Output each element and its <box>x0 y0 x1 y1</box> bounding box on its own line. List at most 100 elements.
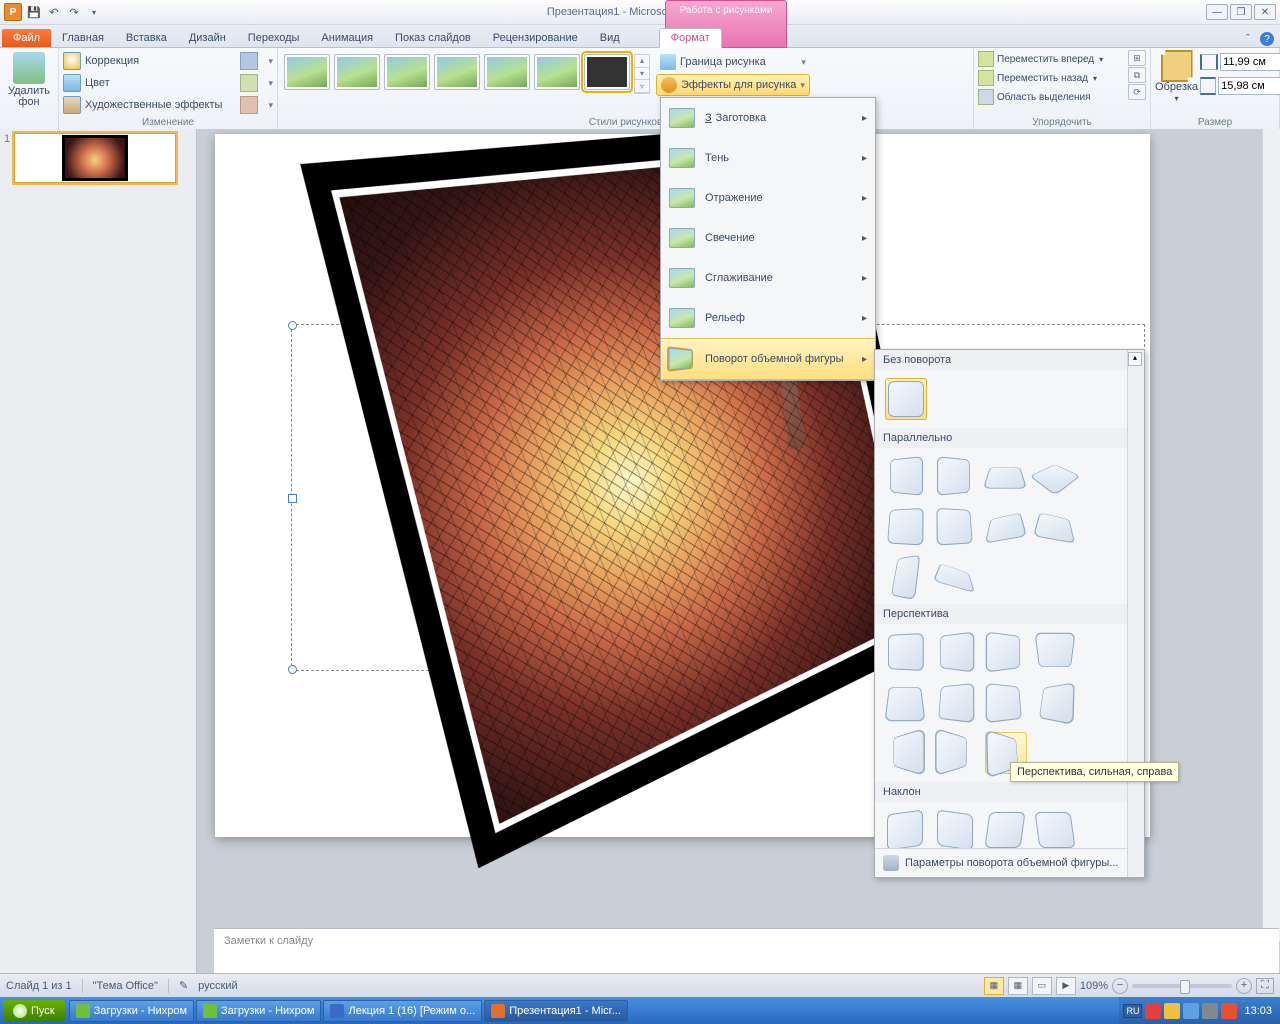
style-thumb[interactable] <box>484 54 530 90</box>
minimize-button[interactable]: — <box>1206 4 1228 20</box>
effects-shadow[interactable]: Тень▸ <box>661 138 875 178</box>
notes-pane[interactable]: Заметки к слайду <box>214 928 1279 974</box>
tab-review[interactable]: Рецензирование <box>482 29 589 47</box>
fit-to-window-button[interactable]: ⛶ <box>1256 978 1274 994</box>
language-indicator[interactable]: русский <box>198 980 237 992</box>
save-icon[interactable]: 💾 <box>26 4 42 20</box>
tray-icon[interactable] <box>1183 1003 1199 1019</box>
sorter-view-button[interactable]: ▦ <box>1008 977 1028 995</box>
group-icon[interactable]: ⧉ <box>1128 67 1146 83</box>
tray-icon[interactable] <box>1145 1003 1161 1019</box>
rotation-preset[interactable] <box>935 810 975 848</box>
effects-soft-edges[interactable]: Сглаживание▸ <box>661 258 875 298</box>
gallery-scrollbar[interactable]: ▴ <box>1127 350 1144 877</box>
reset-picture-icon[interactable] <box>240 96 258 114</box>
slide-thumbnail[interactable] <box>14 133 176 183</box>
remove-background-button[interactable]: Удалить фон <box>4 50 54 110</box>
vertical-scrollbar[interactable] <box>1262 129 1280 941</box>
rotation-options[interactable]: Параметры поворота объемной фигуры... <box>875 848 1144 877</box>
effects-glow[interactable]: Свечение▸ <box>661 218 875 258</box>
rotation-preset[interactable] <box>885 506 925 546</box>
style-thumb[interactable] <box>434 54 480 90</box>
effects-reflection[interactable]: Отражение▸ <box>661 178 875 218</box>
rotation-preset[interactable] <box>985 506 1025 546</box>
style-thumb-selected[interactable] <box>584 54 630 90</box>
rotation-preset[interactable] <box>885 732 925 772</box>
tray-icon[interactable] <box>1221 1003 1237 1019</box>
picture-style-gallery[interactable]: ▴▾▿ <box>282 50 652 98</box>
redo-icon[interactable]: ↷ <box>66 4 82 20</box>
height-input[interactable] <box>1220 53 1280 71</box>
width-input[interactable] <box>1218 77 1280 95</box>
tray-icon[interactable] <box>1164 1003 1180 1019</box>
crop-button[interactable]: Обрезка ▾ <box>1155 50 1198 104</box>
zoom-out-button[interactable]: − <box>1112 978 1128 994</box>
zoom-handle[interactable] <box>1180 980 1190 994</box>
normal-view-button[interactable]: ▦ <box>984 977 1004 995</box>
start-button[interactable]: Пуск <box>3 1000 65 1022</box>
zoom-slider[interactable] <box>1132 984 1232 988</box>
rotation-preset[interactable] <box>885 810 925 848</box>
tab-file[interactable]: Файл <box>2 29 51 47</box>
selection-pane-button[interactable]: Область выделения <box>978 88 1124 106</box>
style-thumb[interactable] <box>284 54 330 90</box>
taskbar-item[interactable]: Лекция 1 (16) [Режим о... <box>323 1000 482 1022</box>
tab-transitions[interactable]: Переходы <box>237 29 311 47</box>
style-thumb[interactable] <box>334 54 380 90</box>
resize-handle[interactable] <box>288 494 297 503</box>
help-icon[interactable]: ? <box>1260 32 1274 46</box>
tab-animations[interactable]: Анимация <box>310 29 384 47</box>
rotation-preset[interactable] <box>935 456 975 496</box>
rotation-preset[interactable] <box>885 632 925 672</box>
slide-panel[interactable]: 1 <box>0 129 197 974</box>
rotation-preset[interactable] <box>1035 506 1075 546</box>
resize-handle[interactable] <box>288 665 297 674</box>
rotation-preset[interactable] <box>935 732 975 772</box>
gallery-more[interactable]: ▴▾▿ <box>634 54 650 94</box>
zoom-in-button[interactable]: + <box>1236 978 1252 994</box>
bring-forward-button[interactable]: Переместить вперед▾ <box>978 50 1124 68</box>
restore-button[interactable]: ❐ <box>1230 4 1252 20</box>
taskbar-item[interactable]: Загрузки - Нихром <box>196 1000 321 1022</box>
clock[interactable]: 13:03 <box>1240 1005 1276 1017</box>
picture-border-button[interactable]: Граница рисунка▾ <box>656 52 810 72</box>
rotation-preset[interactable] <box>985 456 1025 496</box>
spell-icon[interactable]: ✎ <box>179 979 188 992</box>
compress-icon[interactable] <box>240 52 258 70</box>
style-thumb[interactable] <box>534 54 580 90</box>
rotation-preset[interactable] <box>885 456 925 496</box>
send-backward-button[interactable]: Переместить назад▾ <box>978 69 1124 87</box>
rotation-preset[interactable] <box>885 556 925 596</box>
slideshow-view-button[interactable]: ▶ <box>1056 977 1076 995</box>
close-button[interactable]: ✕ <box>1254 4 1276 20</box>
rotation-preset[interactable] <box>985 632 1025 672</box>
style-thumb[interactable] <box>384 54 430 90</box>
tab-insert[interactable]: Вставка <box>115 29 178 47</box>
qat-more-icon[interactable]: ▾ <box>86 4 102 20</box>
tray-icon[interactable] <box>1202 1003 1218 1019</box>
language-indicator-tray[interactable]: RU <box>1123 1004 1142 1018</box>
undo-icon[interactable]: ↶ <box>46 4 62 20</box>
zoom-level[interactable]: 109% <box>1080 980 1108 992</box>
effects-3d-rotation[interactable]: Поворот объемной фигуры▸ <box>661 338 875 380</box>
align-icon[interactable]: ⊞ <box>1128 50 1146 66</box>
rotation-preset[interactable] <box>985 810 1025 848</box>
tab-slideshow[interactable]: Показ слайдов <box>384 29 482 47</box>
rotation-preset[interactable] <box>1035 456 1075 496</box>
tab-design[interactable]: Дизайн <box>178 29 237 47</box>
reading-view-button[interactable]: ▭ <box>1032 977 1052 995</box>
rotation-preset[interactable] <box>935 682 975 722</box>
tab-view[interactable]: Вид <box>589 29 631 47</box>
taskbar-item[interactable]: Загрузки - Нихром <box>69 1000 194 1022</box>
effects-preset[interactable]: ЗЗаготовка▸ <box>661 98 875 138</box>
rotation-preset[interactable] <box>1035 632 1075 672</box>
effects-bevel[interactable]: Рельеф▸ <box>661 298 875 338</box>
picture-effects-button[interactable]: Эффекты для рисунка▾ <box>656 74 810 96</box>
rotation-preset[interactable] <box>935 632 975 672</box>
change-picture-icon[interactable] <box>240 74 258 92</box>
rotation-preset[interactable] <box>1035 810 1075 848</box>
rotation-preset[interactable] <box>935 556 975 596</box>
rotation-preset[interactable] <box>985 682 1025 722</box>
tab-home[interactable]: Главная <box>51 29 115 47</box>
rotation-preset[interactable] <box>1035 682 1075 722</box>
